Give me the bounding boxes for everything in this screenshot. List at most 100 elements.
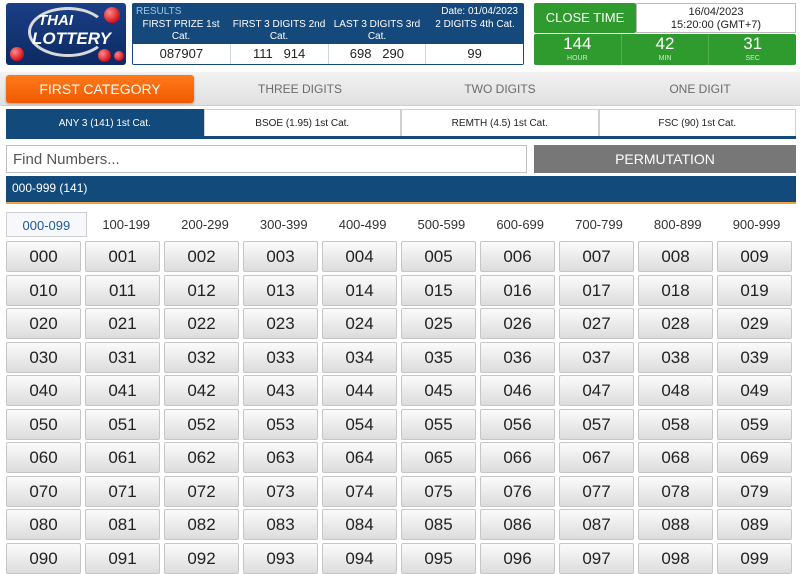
tab-one-digit[interactable]: ONE DIGIT <box>600 75 800 103</box>
tab-bsoe[interactable]: BSOE (1.95) 1st Cat. <box>203 109 401 136</box>
number-button[interactable]: 028 <box>638 308 713 339</box>
number-button[interactable]: 009 <box>717 241 792 272</box>
number-button[interactable]: 055 <box>401 408 476 440</box>
number-button[interactable]: 039 <box>717 341 792 373</box>
tab-remth[interactable]: REMTH (4.5) 1st Cat. <box>401 109 599 136</box>
number-button[interactable]: 071 <box>85 475 160 507</box>
number-button[interactable]: 012 <box>164 274 239 306</box>
tab-any-3[interactable]: ANY 3 (141) 1st Cat. <box>6 109 204 136</box>
range-tab[interactable]: 700-799 <box>560 212 639 237</box>
number-button[interactable]: 090 <box>6 542 81 574</box>
number-button[interactable]: 014 <box>322 274 397 306</box>
number-button[interactable]: 015 <box>401 274 476 306</box>
number-button[interactable]: 003 <box>243 241 318 272</box>
find-numbers-input[interactable] <box>6 145 527 173</box>
range-tab[interactable]: 600-699 <box>481 212 560 237</box>
number-button[interactable]: 097 <box>559 542 634 574</box>
number-button[interactable]: 036 <box>480 341 555 373</box>
number-button[interactable]: 029 <box>717 308 792 339</box>
number-button[interactable]: 022 <box>164 308 239 339</box>
number-button[interactable]: 085 <box>401 509 476 540</box>
number-button[interactable]: 099 <box>717 542 792 574</box>
range-tab[interactable]: 400-499 <box>323 212 402 237</box>
range-tab[interactable]: 900-999 <box>717 212 796 237</box>
number-button[interactable]: 024 <box>322 308 397 339</box>
number-button[interactable]: 023 <box>243 308 318 339</box>
number-button[interactable]: 031 <box>85 341 160 373</box>
number-button[interactable]: 016 <box>480 274 555 306</box>
number-button[interactable]: 065 <box>401 442 476 473</box>
number-button[interactable]: 098 <box>638 542 713 574</box>
number-button[interactable]: 093 <box>243 542 318 574</box>
range-tab[interactable]: 100-199 <box>87 212 166 237</box>
range-tab[interactable]: 800-899 <box>638 212 717 237</box>
tab-fsc[interactable]: FSC (90) 1st Cat. <box>598 109 796 136</box>
number-button[interactable]: 020 <box>6 308 81 339</box>
number-button[interactable]: 062 <box>164 442 239 473</box>
range-tab[interactable]: 200-299 <box>166 212 245 237</box>
number-button[interactable]: 035 <box>401 341 476 373</box>
number-button[interactable]: 096 <box>480 542 555 574</box>
number-button[interactable]: 050 <box>6 408 81 440</box>
number-button[interactable]: 092 <box>164 542 239 574</box>
number-button[interactable]: 080 <box>6 509 81 540</box>
number-button[interactable]: 007 <box>559 241 634 272</box>
number-button[interactable]: 048 <box>638 375 713 406</box>
number-button[interactable]: 052 <box>164 408 239 440</box>
number-button[interactable]: 045 <box>401 375 476 406</box>
number-button[interactable]: 018 <box>638 274 713 306</box>
number-button[interactable]: 066 <box>480 442 555 473</box>
number-button[interactable]: 076 <box>480 475 555 507</box>
number-button[interactable]: 061 <box>85 442 160 473</box>
number-button[interactable]: 026 <box>480 308 555 339</box>
number-button[interactable]: 047 <box>559 375 634 406</box>
number-button[interactable]: 004 <box>322 241 397 272</box>
number-button[interactable]: 017 <box>559 274 634 306</box>
number-button[interactable]: 043 <box>243 375 318 406</box>
number-button[interactable]: 095 <box>401 542 476 574</box>
number-button[interactable]: 032 <box>164 341 239 373</box>
number-button[interactable]: 081 <box>85 509 160 540</box>
number-button[interactable]: 091 <box>85 542 160 574</box>
number-button[interactable]: 059 <box>717 408 792 440</box>
number-button[interactable]: 051 <box>85 408 160 440</box>
number-button[interactable]: 058 <box>638 408 713 440</box>
number-button[interactable]: 064 <box>322 442 397 473</box>
number-button[interactable]: 044 <box>322 375 397 406</box>
number-button[interactable]: 046 <box>480 375 555 406</box>
number-button[interactable]: 013 <box>243 274 318 306</box>
number-button[interactable]: 057 <box>559 408 634 440</box>
tab-first-category[interactable]: FIRST CATEGORY <box>6 75 194 103</box>
number-button[interactable]: 040 <box>6 375 81 406</box>
number-button[interactable]: 082 <box>164 509 239 540</box>
number-button[interactable]: 075 <box>401 475 476 507</box>
number-button[interactable]: 069 <box>717 442 792 473</box>
range-tab[interactable]: 500-599 <box>402 212 481 237</box>
number-button[interactable]: 060 <box>6 442 81 473</box>
number-button[interactable]: 025 <box>401 308 476 339</box>
number-button[interactable]: 068 <box>638 442 713 473</box>
tab-three-digits[interactable]: THREE DIGITS <box>200 75 400 103</box>
number-button[interactable]: 089 <box>717 509 792 540</box>
number-button[interactable]: 087 <box>559 509 634 540</box>
number-button[interactable]: 038 <box>638 341 713 373</box>
number-button[interactable]: 010 <box>6 274 81 306</box>
number-button[interactable]: 034 <box>322 341 397 373</box>
number-button[interactable]: 094 <box>322 542 397 574</box>
number-button[interactable]: 083 <box>243 509 318 540</box>
number-button[interactable]: 072 <box>164 475 239 507</box>
number-button[interactable]: 037 <box>559 341 634 373</box>
number-button[interactable]: 077 <box>559 475 634 507</box>
number-button[interactable]: 063 <box>243 442 318 473</box>
range-tab[interactable]: 300-399 <box>244 212 323 237</box>
number-button[interactable]: 041 <box>85 375 160 406</box>
number-button[interactable]: 033 <box>243 341 318 373</box>
number-button[interactable]: 008 <box>638 241 713 272</box>
number-button[interactable]: 084 <box>322 509 397 540</box>
number-button[interactable]: 005 <box>401 241 476 272</box>
number-button[interactable]: 002 <box>164 241 239 272</box>
number-button[interactable]: 019 <box>717 274 792 306</box>
number-button[interactable]: 086 <box>480 509 555 540</box>
number-button[interactable]: 078 <box>638 475 713 507</box>
number-button[interactable]: 074 <box>322 475 397 507</box>
